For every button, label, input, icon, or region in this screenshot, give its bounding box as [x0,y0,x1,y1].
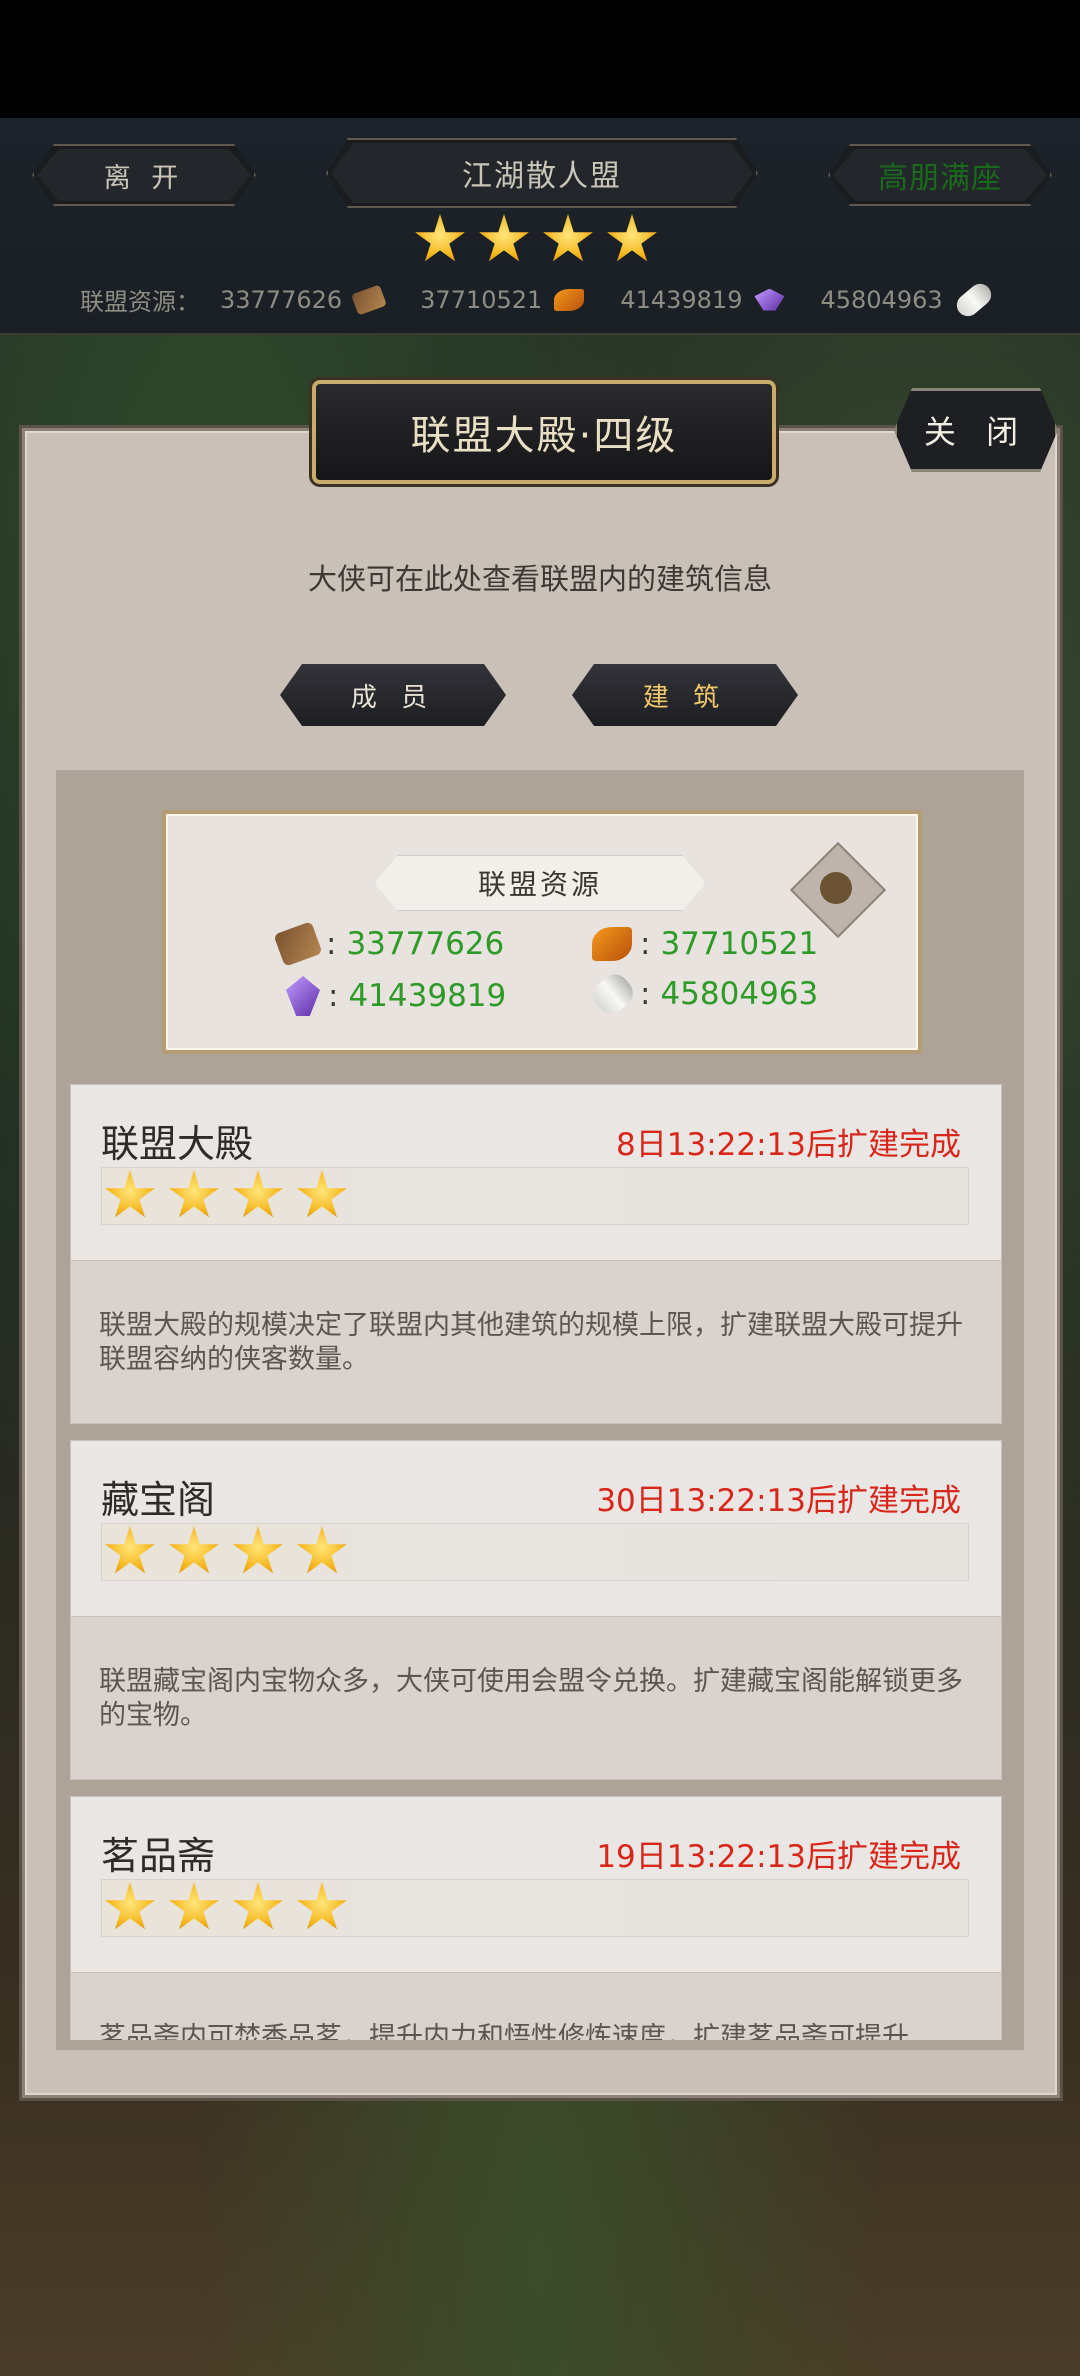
alliance-name: 江湖散人盟 [326,138,758,208]
building-name: 联盟大殿 [101,1122,254,1166]
tab-buildings[interactable]: 建 筑 [572,664,798,726]
star-icon [105,1882,155,1930]
building-card-body: 联盟大殿的规模决定了联盟内其他建筑的规模上限，扩建联盟大殿可提升联盟容纳的侠客数… [70,1260,1002,1424]
building-description: 茗品斋内可焚香品茗，提升内力和悟性修炼速度，扩建茗品斋可提升 [99,2022,909,2040]
status-badge: 高朋满座 [828,144,1052,206]
resource-ore: : 37710521 [592,926,818,962]
building-timer: 30日13:22:13后扩建完成 [596,1483,961,1519]
buildings-list[interactable]: 联盟大殿 8日13:22:13后扩建完成 联盟大殿的规模决定了联盟内其他建筑的规… [56,1080,1024,2040]
star-icon [297,1170,347,1218]
star-icon [169,1882,219,1930]
building-name: 藏宝阁 [101,1478,216,1522]
star-icon [105,1526,155,1574]
gem-icon [286,976,320,1016]
star-icon [233,1170,283,1218]
ore-icon [554,288,585,311]
resources-label: 联盟资源： [80,288,200,316]
leave-button[interactable]: 离 开 [32,144,256,206]
scroll-value: 45804963 [660,976,819,1012]
ore-count: 37710521 [420,285,543,314]
star-icon [479,214,529,262]
building-name: 茗品斋 [101,1834,216,1878]
building-card-body: 联盟藏宝阁内宝物众多，大侠可使用会盟令兑换。扩建藏宝阁能解锁更多的宝物。 [70,1616,1002,1780]
ore-value: 37710521 [660,926,819,962]
star-icon [233,1882,283,1930]
building-description: 联盟大殿的规模决定了联盟内其他建筑的规模上限，扩建联盟大殿可提升联盟容纳的侠客数… [99,1310,963,1375]
star-icon [297,1882,347,1930]
gem-count: 41439819 [620,285,743,314]
ore-icon [592,927,632,961]
building-stars [101,1523,969,1581]
building-timer: 8日13:22:13后扩建完成 [616,1127,961,1163]
star-icon [607,214,657,262]
money-bag-icon [820,872,852,904]
building-card-body: 茗品斋内可焚香品茗，提升内力和悟性修炼速度，扩建茗品斋可提升 [70,1972,1002,2040]
star-icon [169,1526,219,1574]
scroll-icon [587,968,639,1020]
building-stars [101,1167,969,1225]
star-icon [233,1526,283,1574]
panel-description: 大侠可在此处查看联盟内的建筑信息 [307,562,772,596]
building-card-header: 茗品斋 19日13:22:13后扩建完成 [70,1796,1002,1974]
alliance-stars [414,214,658,266]
top-resources: 联盟资源： 33777626 37710521 41439819 4580496… [80,278,996,321]
scroll-count: 45804963 [820,285,943,314]
resource-box-label: 联盟资源 [374,855,706,911]
tab-members[interactable]: 成 员 [280,664,506,726]
wood-count: 33777626 [220,285,343,314]
building-timer: 19日13:22:13后扩建完成 [596,1839,961,1875]
gem-value: 41439819 [348,978,507,1014]
star-icon [415,214,465,262]
scroll-icon [951,278,996,321]
building-card-header: 藏宝阁 30日13:22:13后扩建完成 [70,1440,1002,1618]
star-icon [297,1526,347,1574]
wood-icon [273,921,323,967]
star-icon [105,1170,155,1218]
wood-value: 33777626 [346,926,505,962]
resource-scroll: : 45804963 [587,968,819,1020]
wood-icon [351,284,388,315]
star-icon [543,214,593,262]
building-description: 联盟藏宝阁内宝物众多，大侠可使用会盟令兑换。扩建藏宝阁能解锁更多的宝物。 [99,1666,963,1731]
close-button[interactable]: 关 闭 [894,388,1058,472]
gem-icon [754,288,785,311]
resource-wood: : 33777626 [273,921,505,967]
star-icon [169,1170,219,1218]
building-card-header: 联盟大殿 8日13:22:13后扩建完成 [70,1084,1002,1262]
resource-gem: : 41439819 [286,976,506,1016]
panel-title: 联盟大殿·四级 [312,380,776,484]
building-stars [101,1879,969,1937]
